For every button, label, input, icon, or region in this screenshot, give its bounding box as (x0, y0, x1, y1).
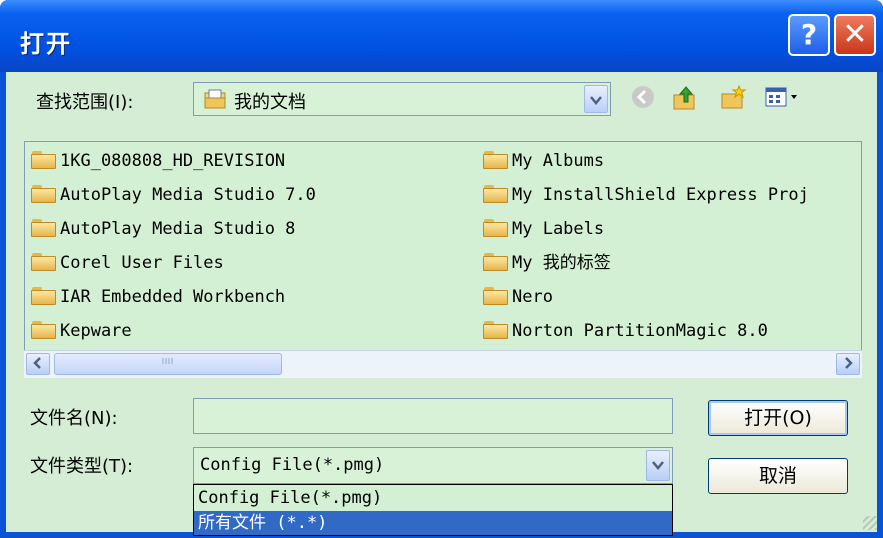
folder-icon (31, 321, 57, 339)
new-folder-icon[interactable] (718, 84, 748, 114)
filetype-dropdown[interactable]: Config File(*.pmg) 所有文件 (*.*) (193, 484, 673, 536)
dialog-title: 打开 (20, 30, 72, 58)
filename-field[interactable] (193, 398, 673, 434)
resize-grip-icon[interactable] (863, 516, 877, 530)
list-item[interactable]: My 我的标签 (483, 250, 611, 276)
dropdown-option[interactable]: Config File(*.pmg) (194, 486, 672, 510)
folder-icon (483, 151, 509, 169)
up-folder-icon[interactable] (670, 84, 700, 114)
list-item[interactable]: My InstallShield Express Proj (483, 182, 859, 208)
folder-icon (483, 321, 509, 339)
folder-icon (483, 287, 509, 305)
list-item[interactable]: IAR Embedded Workbench (31, 284, 285, 310)
lookin-combo[interactable]: 我的文档 (193, 82, 611, 116)
file-list[interactable]: 1KG_080808_HD_REVISION AutoPlay Media St… (24, 141, 862, 378)
horizontal-scrollbar[interactable] (24, 350, 862, 378)
filetype-label: 文件类型(T): (30, 456, 134, 477)
documents-folder-icon (204, 89, 228, 109)
lookin-label: 查找范围(I): (36, 92, 134, 113)
list-item[interactable]: My Labels (483, 216, 604, 242)
lookin-value: 我的文档 (234, 92, 306, 113)
list-item[interactable]: AutoPlay Media Studio 8 (31, 216, 295, 242)
folder-icon (483, 253, 509, 271)
list-item[interactable]: My Albums (483, 148, 604, 174)
folder-icon (31, 185, 57, 203)
folder-icon (483, 185, 509, 203)
chevron-down-icon[interactable] (584, 85, 608, 113)
view-menu-icon[interactable] (764, 84, 804, 114)
scroll-left-icon[interactable] (26, 353, 50, 375)
filename-label: 文件名(N): (30, 408, 118, 429)
scroll-right-icon[interactable] (836, 353, 860, 375)
list-item[interactable]: Corel User Files (31, 250, 224, 276)
chevron-down-icon[interactable] (646, 450, 670, 481)
list-item[interactable]: AutoPlay Media Studio 7.0 (31, 182, 316, 208)
filetype-combo[interactable]: Config File(*.pmg) (193, 447, 673, 484)
list-item[interactable]: 1KG_080808_HD_REVISION (31, 148, 285, 174)
open-button[interactable]: 打开(O) (708, 400, 848, 436)
scroll-thumb[interactable] (54, 353, 282, 375)
dropdown-option-selected[interactable]: 所有文件 (*.*) (194, 511, 672, 535)
help-button[interactable]: ? (788, 14, 830, 56)
list-item[interactable]: Norton PartitionMagic 8.0 (483, 318, 768, 344)
list-item[interactable]: Nero (483, 284, 553, 310)
filetype-value: Config File(*.pmg) (200, 455, 385, 475)
folder-icon (31, 253, 57, 271)
cancel-button[interactable]: 取消 (708, 458, 848, 494)
list-item[interactable]: Kepware (31, 318, 132, 344)
close-button[interactable]: ✕ (834, 14, 876, 56)
folder-icon (31, 287, 57, 305)
folder-icon (31, 219, 57, 237)
folder-icon (483, 219, 509, 237)
title-bar[interactable]: 打开 ? ✕ (0, 0, 883, 72)
back-icon[interactable] (628, 84, 658, 114)
folder-icon (31, 151, 57, 169)
